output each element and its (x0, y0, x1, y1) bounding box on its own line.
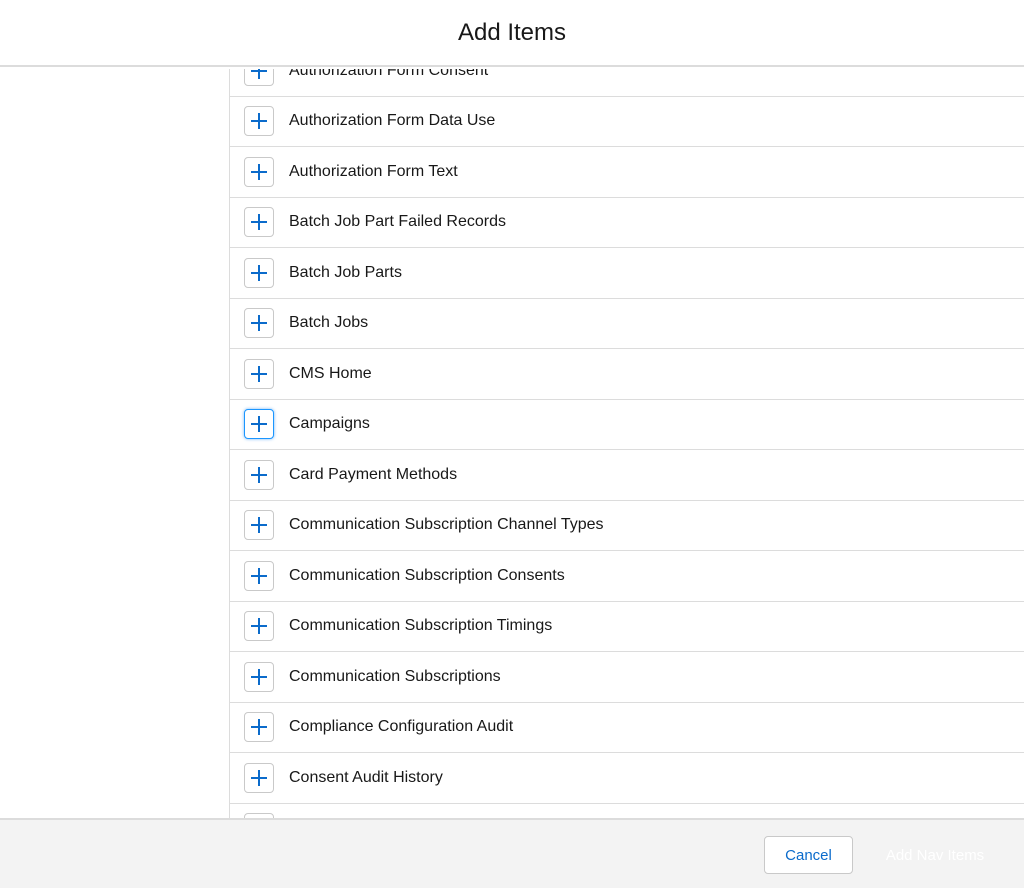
add-item-button[interactable] (244, 611, 274, 642)
item-label: Communication Subscription Timings (289, 617, 553, 635)
add-item-button[interactable] (244, 69, 274, 86)
list-item: Card Payment Methods (230, 450, 1024, 501)
add-item-button[interactable] (244, 358, 274, 389)
modal-body: Authorization Form Consent Authorization … (0, 69, 1024, 818)
list-item: Consent Audit History (230, 753, 1024, 804)
list-item: Communication Subscription Timings (230, 602, 1024, 652)
add-item-button[interactable] (244, 661, 274, 692)
add-item-button[interactable] (244, 510, 274, 541)
item-label: Batch Jobs (289, 314, 369, 332)
add-item-button[interactable] (244, 712, 274, 743)
list-item: Communication Subscription Channel Types (230, 501, 1024, 551)
list-item: Campaigns (230, 400, 1024, 450)
add-nav-items-button[interactable]: Add Nav Items (870, 836, 1000, 874)
add-item-button[interactable] (244, 560, 274, 591)
add-item-button[interactable] (244, 106, 274, 137)
list-item: CMS Home (230, 349, 1024, 400)
list-item: Batch Job Part Failed Records (230, 198, 1024, 248)
item-label: Communication Subscription Channel Types (289, 516, 604, 534)
left-panel (0, 69, 230, 818)
list-item: Communication Subscriptions (230, 652, 1024, 703)
modal-footer: Cancel Add Nav Items (0, 818, 1024, 888)
item-label: Compliance Configuration Audit (289, 718, 514, 736)
item-list[interactable]: Authorization Form Consent Authorization … (230, 69, 1024, 818)
modal-title: Add Items (457, 18, 567, 46)
item-label: Communication Subscription Consents (289, 566, 565, 584)
add-item-button[interactable] (244, 207, 274, 238)
add-item-button[interactable] (244, 156, 274, 187)
list-item: Batch Job Parts (230, 248, 1024, 299)
item-label: Batch Job Parts (289, 263, 402, 281)
item-label: Authorization Form Data Use (289, 112, 496, 130)
item-label: Consent Audit History (289, 768, 443, 786)
list-item: Authorization Form Data Use (230, 97, 1024, 147)
item-label: Campaigns (289, 415, 370, 433)
item-label: Communication Subscriptions (289, 667, 501, 685)
add-item-button[interactable] (244, 257, 274, 288)
item-label: Authorization Form Text (289, 162, 458, 180)
list-item: Communication Subscription Consents (230, 551, 1024, 602)
add-item-button[interactable] (244, 762, 274, 793)
list-item: Authorization Form Consent (230, 69, 1024, 97)
list-item: Compliance Configuration Audit (230, 703, 1024, 753)
item-label: Authorization Form Consent (289, 69, 489, 79)
item-label: CMS Home (289, 364, 372, 382)
modal-header: Add Items (0, 0, 1024, 67)
add-item-button[interactable] (244, 308, 274, 339)
list-item (230, 804, 1024, 818)
item-label: Card Payment Methods (289, 465, 458, 483)
list-item: Batch Jobs (230, 299, 1024, 349)
list-item: Authorization Form Text (230, 147, 1024, 198)
cancel-button[interactable]: Cancel (764, 836, 853, 874)
add-item-button[interactable] (244, 459, 274, 490)
item-label: Batch Job Part Failed Records (289, 213, 506, 231)
add-item-button[interactable] (244, 409, 274, 440)
